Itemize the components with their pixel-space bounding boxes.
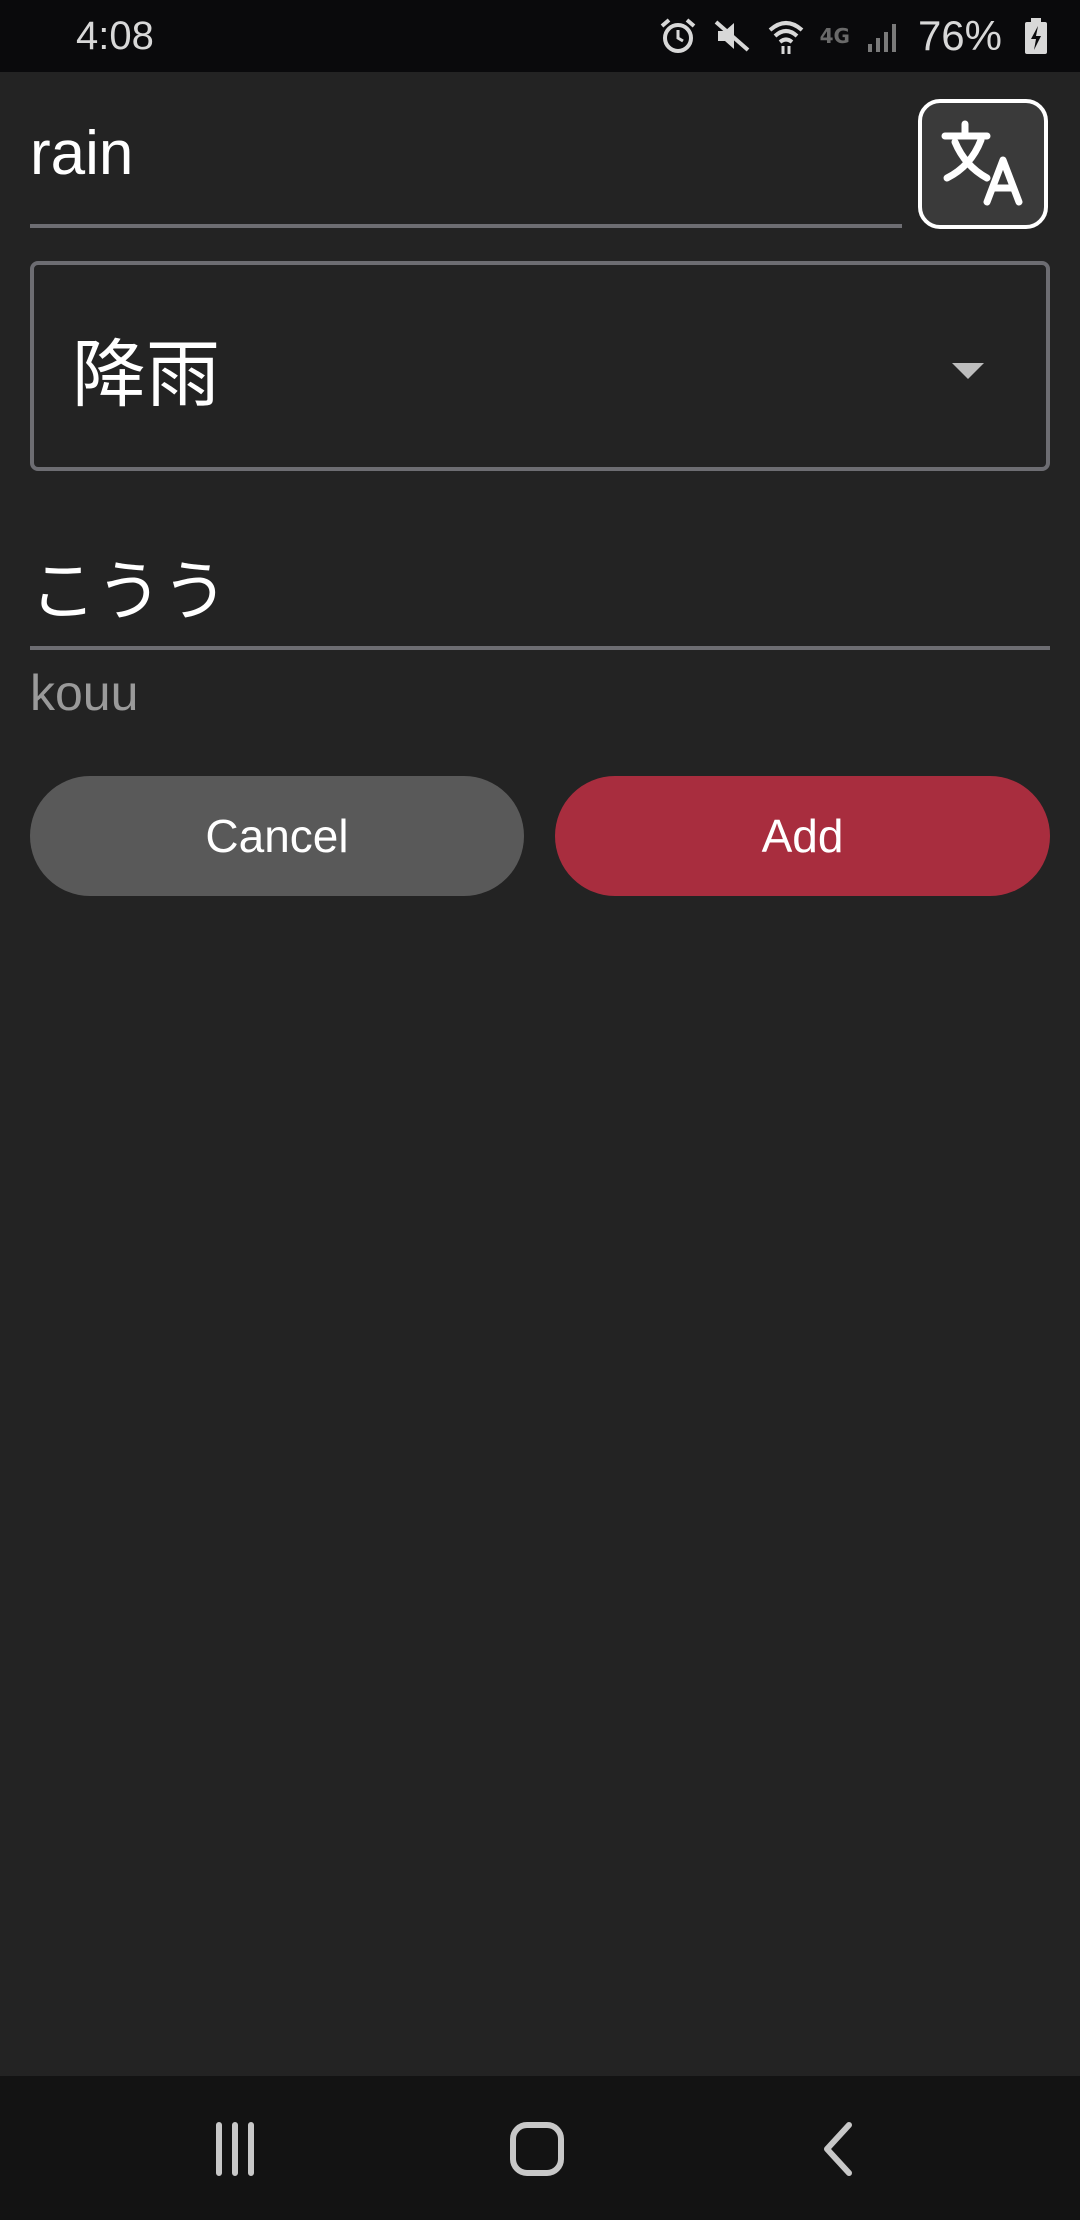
network-label: 4G: [819, 24, 850, 48]
mute-icon: [712, 16, 752, 56]
back-button[interactable]: [794, 2106, 884, 2196]
translate-icon: [935, 114, 1031, 214]
status-bar: 4:08 4G 76%: [0, 0, 1080, 72]
recent-apps-icon: [205, 2119, 265, 2183]
add-button[interactable]: Add: [555, 776, 1050, 896]
home-button[interactable]: [492, 2106, 582, 2196]
status-icons: 4G 76%: [658, 12, 1056, 60]
translation-dropdown[interactable]: 降雨: [30, 261, 1050, 471]
translate-button[interactable]: [918, 99, 1048, 229]
recent-apps-button[interactable]: [190, 2106, 280, 2196]
wifi-icon: [766, 16, 806, 56]
back-icon: [809, 2119, 869, 2183]
home-icon: [507, 2119, 567, 2183]
battery-charging-icon: [1016, 16, 1056, 56]
status-time: 4:08: [76, 13, 154, 58]
alarm-icon: [658, 16, 698, 56]
navigation-bar: [0, 2076, 1080, 2220]
reading-input[interactable]: こうう: [30, 538, 228, 634]
translation-selected: 降雨: [72, 332, 220, 418]
romaji-hint: kouu: [30, 665, 139, 721]
reading-field[interactable]: こうう: [30, 520, 1050, 650]
signal-icon: [864, 16, 904, 56]
battery-percent: 76%: [917, 12, 1002, 59]
word-input[interactable]: rain: [30, 118, 133, 189]
dropdown-arrow-icon: [952, 363, 984, 379]
cancel-button[interactable]: Cancel: [30, 776, 524, 896]
word-field[interactable]: rain: [30, 110, 902, 228]
